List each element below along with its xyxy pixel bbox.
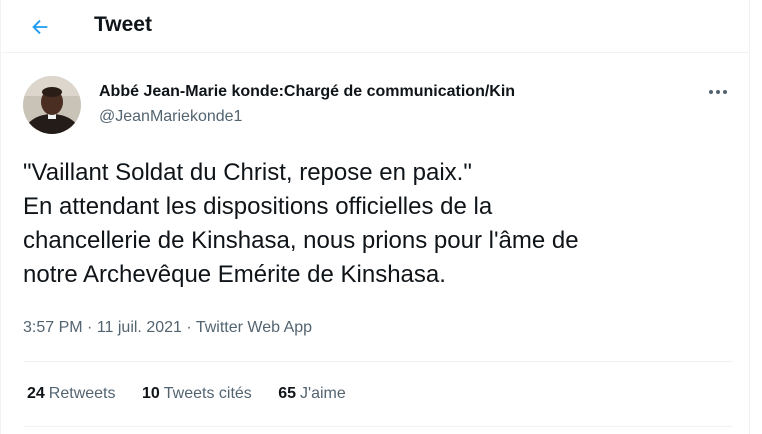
retweets-count: 24	[27, 385, 45, 402]
meta-separator: ·	[82, 319, 97, 336]
tweet-page: Tweet Abbé Jean-Marie konde:Chargé de co…	[0, 0, 750, 434]
divider	[23, 361, 733, 362]
page-title: Tweet	[94, 13, 152, 36]
tweet-source[interactable]: Twitter Web App	[196, 319, 312, 336]
tweet-time[interactable]: 3:57 PM	[23, 319, 83, 336]
more-horizontal-icon	[709, 90, 727, 94]
tweet-date[interactable]: 11 juil. 2021	[97, 319, 182, 336]
divider	[23, 426, 733, 427]
tweet-stats: 24 Retweets 10 Tweets cités 65 J'aime	[27, 385, 368, 403]
avatar-image	[23, 76, 81, 134]
likes-label: J'aime	[300, 385, 346, 402]
tweet-text-line: En attendant les dispositions officielle…	[23, 193, 493, 220]
tweet-text-line: "Vaillant Soldat du Christ, repose en pa…	[23, 159, 472, 186]
quotes-label: Tweets cités	[163, 385, 252, 402]
meta-separator: ·	[181, 319, 196, 336]
tweet-text-line: notre Archevêque Emérite de Kinshasa.	[23, 261, 446, 288]
likes-stat[interactable]: 65 J'aime	[278, 385, 346, 403]
tweet-meta: 3:57 PM · 11 juil. 2021 · Twitter Web Ap…	[23, 319, 312, 337]
page-header: Tweet	[1, 0, 749, 53]
quote-tweets-stat[interactable]: 10 Tweets cités	[142, 385, 252, 403]
tweet-text: "Vaillant Soldat du Christ, repose en pa…	[23, 156, 723, 292]
retweets-label: Retweets	[48, 385, 116, 402]
likes-count: 65	[278, 385, 297, 402]
back-button[interactable]	[23, 10, 57, 44]
quotes-count: 10	[141, 385, 160, 402]
retweets-stat[interactable]: 24 Retweets	[27, 385, 116, 403]
avatar[interactable]	[23, 76, 81, 134]
more-options-button[interactable]	[701, 82, 735, 102]
tweet-text-line: chancellerie de Kinshasa, nous prions po…	[23, 227, 579, 254]
author-handle[interactable]: @JeanMariekonde1	[99, 108, 242, 126]
arrow-left-icon	[32, 19, 48, 35]
author-display-name[interactable]: Abbé Jean-Marie konde:Chargé de communic…	[99, 83, 515, 101]
